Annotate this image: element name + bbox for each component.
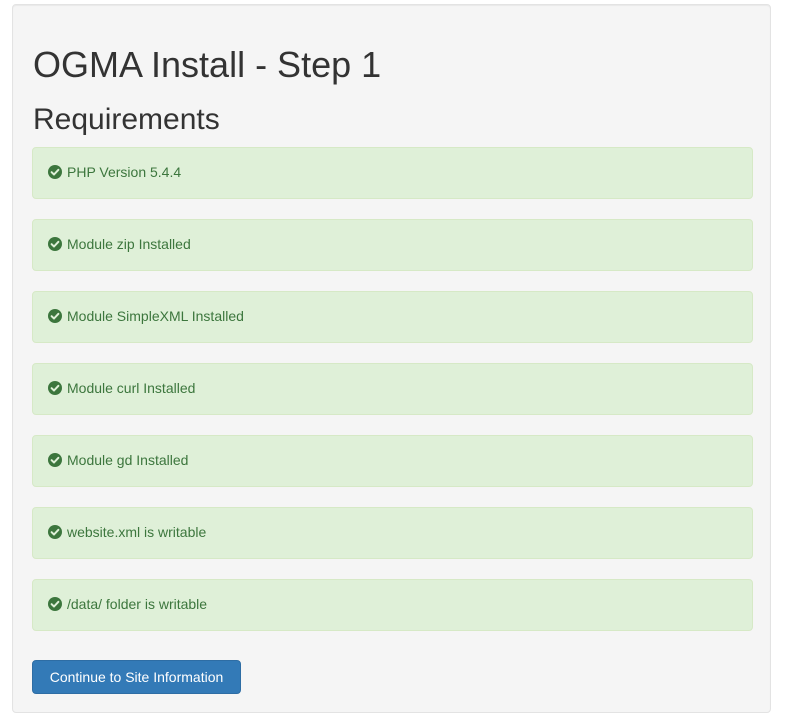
- requirement-item: PHP Version 5.4.4: [32, 147, 753, 199]
- check-circle-icon: [48, 165, 62, 179]
- check-circle-icon: [48, 453, 62, 467]
- requirement-label: Module SimpleXML Installed: [67, 307, 244, 324]
- requirement-item: Module curl Installed: [32, 363, 753, 415]
- check-circle-icon: [48, 237, 62, 251]
- requirement-item: Module gd Installed: [32, 435, 753, 487]
- requirement-item: Module zip Installed: [32, 219, 753, 271]
- requirement-item: /data/ folder is writable: [32, 579, 753, 631]
- install-panel: OGMA Install - Step 1 Requirements PHP V…: [12, 4, 771, 713]
- requirement-label: Module curl Installed: [67, 379, 196, 396]
- requirement-label: Module zip Installed: [67, 235, 191, 252]
- requirement-label: website.xml is writable: [67, 523, 207, 540]
- requirement-label: PHP Version 5.4.4: [67, 163, 182, 180]
- requirement-item: Module SimpleXML Installed: [32, 291, 753, 343]
- check-circle-icon: [48, 381, 62, 395]
- continue-button[interactable]: Continue to Site Information: [32, 660, 241, 694]
- check-circle-icon: [48, 525, 62, 539]
- requirement-label: /data/ folder is writable: [67, 595, 208, 612]
- requirement-item: website.xml is writable: [32, 507, 753, 559]
- section-heading-requirements: Requirements: [33, 103, 220, 136]
- check-circle-icon: [48, 597, 62, 611]
- check-circle-icon: [48, 309, 62, 323]
- page-title: OGMA Install - Step 1: [33, 44, 382, 85]
- requirement-label: Module gd Installed: [67, 451, 189, 468]
